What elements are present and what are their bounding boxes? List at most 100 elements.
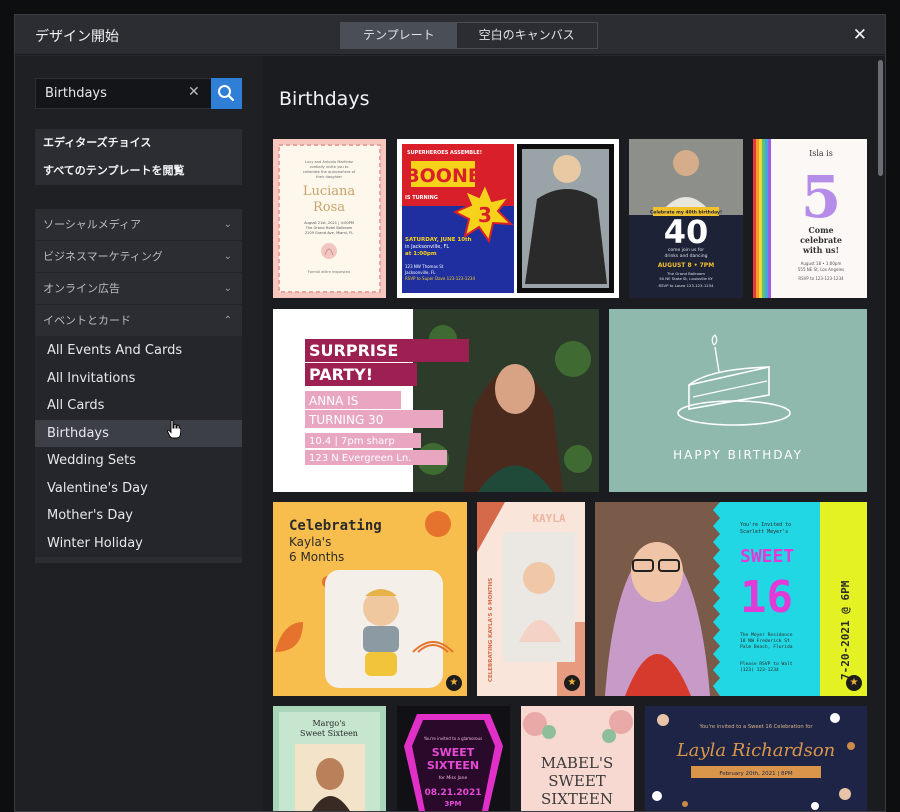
- template-card-superhero[interactable]: SUPERHEROES ASSEMBLE! BOONE IS TURNING 3…: [397, 139, 619, 298]
- card-title: SURPRISE: [309, 341, 398, 360]
- template-card-margos-sweet-sixteen[interactable]: Margo's Sweet Sixteen: [273, 706, 386, 811]
- scrollbar[interactable]: [878, 60, 883, 176]
- card-text: for Miss Jane: [439, 775, 468, 781]
- card-text: RSVP to Laura 123-123-1234: [658, 283, 714, 288]
- chevron-down-icon: ⌄: [223, 251, 232, 262]
- template-thumbnail: SUPERHEROES ASSEMBLE! BOONE IS TURNING 3…: [402, 144, 614, 293]
- card-text: at 1:00pm: [405, 251, 437, 257]
- category-social-media[interactable]: ソーシャルメディア ⌄: [35, 209, 242, 241]
- category-business-marketing[interactable]: ビジネスマーケティング ⌄: [35, 241, 242, 273]
- subcategory-winter-holiday[interactable]: Winter Holiday: [35, 529, 242, 557]
- card-text: TURNING 30: [308, 413, 383, 427]
- card-text: 555 NE St, Los Angeles: [798, 267, 844, 272]
- category-online-ads[interactable]: オンライン広告 ⌄: [35, 273, 242, 305]
- dialog-title: デザイン開始: [35, 29, 119, 45]
- title-bar: デザイン開始 テンプレート 空白のキャンバス ✕: [15, 15, 885, 55]
- template-card-layla-richardson[interactable]: You're invited to a Sweet 16 Celebration…: [645, 706, 867, 811]
- browse-all-templates-link[interactable]: すべてのテンプレートを閲覧: [35, 157, 242, 185]
- subcategory-valentines-day[interactable]: Valentine's Day: [35, 474, 242, 502]
- template-thumbnail: KAYLA CELEBRATING KAYLA'S 6 MONTHS: [477, 502, 585, 696]
- card-text: 10.4 | 7pm sharp: [309, 436, 395, 447]
- template-thumbnail: You're invited to a Sweet 16 Celebration…: [652, 713, 855, 810]
- template-card-mabels-sweet-sixteen[interactable]: MABEL'S SWEET SIXTEEN: [521, 706, 634, 811]
- subcategory-birthdays[interactable]: Birthdays: [35, 419, 242, 447]
- chevron-up-icon: ⌃: [223, 315, 232, 326]
- card-title: Luciana: [303, 184, 356, 199]
- clear-icon[interactable]: ✕: [188, 84, 200, 100]
- subcategory-all-invitations[interactable]: All Invitations: [35, 364, 242, 392]
- subcategory-all-events-and-cards[interactable]: All Events And Cards: [35, 337, 242, 365]
- card-text: Come: [808, 225, 833, 235]
- tab-blank-canvas[interactable]: 空白のキャンバス: [457, 23, 597, 48]
- card-text: their daughter: [316, 175, 342, 179]
- template-card-sweet-16[interactable]: You're Invited to Scarlett Meyer's SWEET…: [595, 502, 867, 696]
- card-text: 3PM: [445, 800, 462, 808]
- template-card-surprise-party[interactable]: SURPRISE PARTY! ANNA IS TURNING 30 10.4 …: [273, 309, 599, 492]
- card-text: Please RSVP to Walt: [740, 661, 793, 667]
- template-card-happy-birthday[interactable]: HAPPY BIRTHDAY: [609, 309, 867, 492]
- card-title: Rosa: [313, 200, 345, 215]
- card-text: 50 NE State St, Louisville KY: [659, 276, 713, 281]
- card-title: SWEET: [740, 546, 794, 567]
- card-text: February 20th, 2021 | 8PM: [719, 771, 792, 777]
- subcategory-wedding-sets[interactable]: Wedding Sets: [35, 447, 242, 475]
- subcategory-mothers-day[interactable]: Mother's Day: [35, 502, 242, 530]
- category-events-and-cards[interactable]: イベントとカード ⌃: [35, 305, 242, 337]
- card-title: KAYLA: [532, 512, 565, 525]
- template-card-glam-sweet-sixteen[interactable]: You're invited to a glamorous SWEET SIXT…: [397, 706, 510, 811]
- category-list: ソーシャルメディア ⌄ ビジネスマーケティング ⌄ オンライン広告 ⌄ イベントとカー…: [35, 209, 242, 563]
- premium-star-icon: ★: [446, 675, 462, 691]
- template-thumbnail: Margo's Sweet Sixteen: [279, 712, 380, 811]
- template-thumbnail: You're Invited to Scarlett Meyer's SWEET…: [595, 502, 867, 696]
- card-text: August 21st, 2021 | 4:00PM: [304, 221, 354, 225]
- template-card-quinceanera[interactable]: Lucy and Antonio Martinez cordially invi…: [273, 139, 386, 298]
- card-text: The Meyer Residence: [740, 632, 793, 638]
- template-thumbnail: Celebrate my 40th birthday! 40 come join…: [629, 139, 743, 288]
- card-text: 08.21.2021: [425, 788, 482, 798]
- card-text: 6 Months: [289, 550, 344, 564]
- card-text: SUPERHEROES ASSEMBLE!: [407, 150, 482, 156]
- template-gallery: Birthdays Lucy and Antonio Martinez cord…: [263, 56, 885, 811]
- editors-choice-link[interactable]: エディターズチョイス: [35, 129, 242, 157]
- card-title: BOONE: [405, 165, 481, 187]
- card-title: MABEL'S: [541, 754, 614, 772]
- tab-templates[interactable]: テンプレート: [341, 23, 457, 48]
- card-text: You're Invited to: [740, 522, 791, 528]
- category-label: ビジネスマーケティング: [43, 250, 163, 263]
- card-text: Scarlett Meyer's: [740, 529, 788, 535]
- design-start-dialog: デザイン開始 テンプレート 空白のキャンバス ✕ ✕ エディターズチョイス すべ…: [14, 14, 886, 812]
- card-text: Sweet Sixteen: [300, 729, 358, 738]
- template-thumbnail: SURPRISE PARTY! ANNA IS TURNING 30 10.4 …: [305, 309, 599, 492]
- template-thumbnail: Isla is 5 Come celebrate with us! August…: [753, 139, 844, 298]
- search-button[interactable]: [211, 78, 242, 109]
- template-thumbnail: Lucy and Antonio Martinez cordially invi…: [278, 144, 381, 293]
- subcategory-all-cards[interactable]: All Cards: [35, 392, 242, 420]
- search-icon: [218, 85, 235, 102]
- card-title: SIXTEEN: [541, 790, 613, 808]
- card-text: Jacksonville, FL: [404, 270, 436, 275]
- template-thumbnail: Celebrating Kayla's 6 Months: [275, 511, 454, 688]
- card-title: SWEET: [548, 772, 606, 790]
- card-title: Celebrating: [289, 518, 382, 534]
- template-card-kayla-story[interactable]: KAYLA CELEBRATING KAYLA'S 6 MONTHS ★: [477, 502, 585, 696]
- template-card-kayla-6-months[interactable]: Celebrating Kayla's 6 Months ★: [273, 502, 467, 696]
- card-text: Isla is: [809, 149, 833, 158]
- template-card-40th[interactable]: Celebrate my 40th birthday! 40 come join…: [629, 139, 743, 298]
- card-title: SIXTEEN: [427, 759, 479, 772]
- close-icon[interactable]: ✕: [853, 25, 867, 45]
- card-text: come join us for: [668, 247, 704, 253]
- chevron-down-icon: ⌄: [223, 283, 232, 294]
- card-title: HAPPY BIRTHDAY: [673, 448, 803, 462]
- template-thumbnail: You're invited to a glamorous SWEET SIXT…: [404, 714, 503, 811]
- card-text: Kayla's: [289, 535, 331, 549]
- card-text: August 18 • 1:00pm: [801, 261, 842, 266]
- template-card-isla-5[interactable]: Isla is 5 Come celebrate with us! August…: [753, 139, 867, 298]
- search-input[interactable]: [36, 79, 212, 108]
- category-label: イベントとカード: [43, 314, 131, 327]
- card-text: You're invited to a glamorous: [423, 736, 482, 741]
- sidebar: ✕ エディターズチョイス すべてのテンプレートを閲覧 ソーシャルメディア ⌄ ビジ…: [15, 56, 263, 811]
- chevron-down-icon: ⌄: [223, 219, 232, 230]
- card-text: The Grand Hotel Ballroom: [305, 226, 353, 230]
- card-text: RSVP to Super Dave 123-123-1234: [405, 276, 475, 281]
- card-text: SATURDAY, JUNE 10th: [405, 237, 472, 243]
